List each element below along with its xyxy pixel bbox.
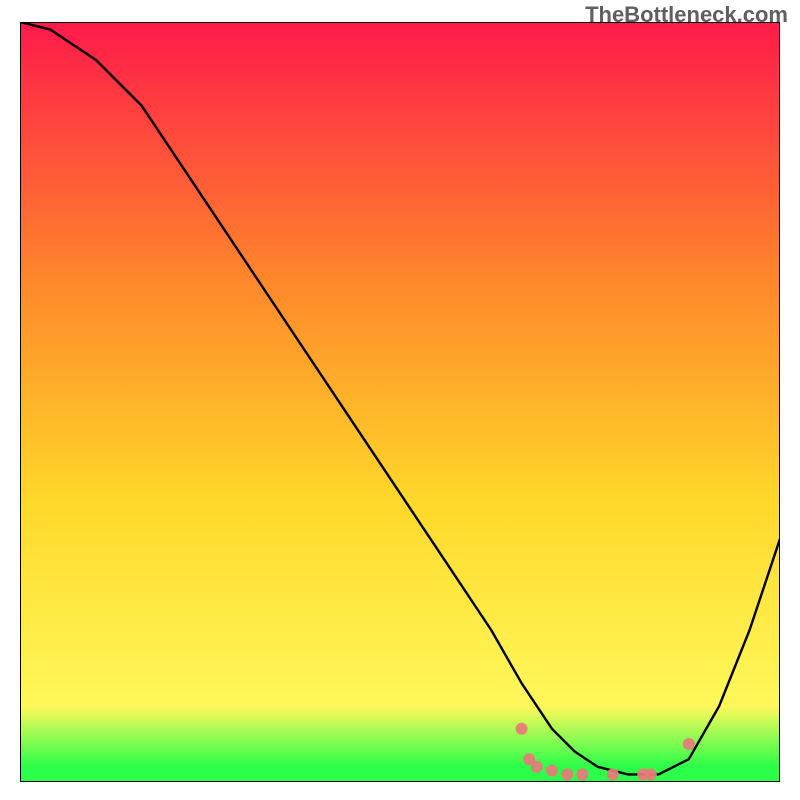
chart-plot-area — [20, 22, 780, 782]
left-cluster-marker — [516, 723, 528, 735]
chart-container: TheBottleneck.com — [0, 0, 800, 800]
mid-dot-marker — [607, 768, 619, 780]
left-cluster-marker — [561, 768, 573, 780]
left-cluster-marker — [546, 765, 558, 777]
chart-svg — [20, 22, 780, 782]
left-cluster-marker — [531, 761, 543, 773]
left-cluster-marker — [576, 768, 588, 780]
far-right-dot-marker — [683, 738, 695, 750]
right-pair-marker — [645, 768, 657, 780]
